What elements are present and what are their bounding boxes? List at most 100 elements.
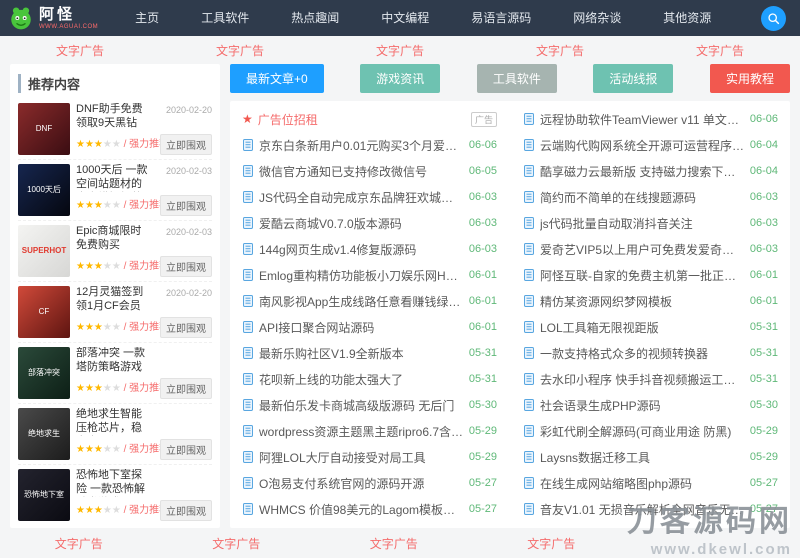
article-row[interactable]: 简约而不简单的在线搜题源码06-03 bbox=[523, 184, 778, 210]
article-row[interactable]: 144g网页生成v1.4修复版源码06-03 bbox=[242, 236, 497, 262]
text-ad-4[interactable]: 文字广告 bbox=[536, 42, 584, 59]
category-button-3[interactable]: 工具软件 bbox=[477, 64, 557, 93]
logo[interactable]: 阿怪 WWW.AGUAI.COM bbox=[0, 5, 108, 31]
recommend-item[interactable]: 绝地求生绝地求生智能压枪芯片，稳定大号使用，永久免费★★★★★ / 强力推荐立即… bbox=[18, 404, 212, 465]
category-button-1[interactable]: 最新文章+0 bbox=[230, 64, 324, 93]
document-icon bbox=[523, 139, 535, 151]
recommend-item-meta: 立即围观 bbox=[157, 347, 212, 399]
text-ad-1[interactable]: 文字广告 bbox=[56, 42, 104, 59]
article-row[interactable]: 最新乐购社区V1.9全新版本05-31 bbox=[242, 340, 497, 366]
recommend-item[interactable]: CF12月灵猫签到领1月CF会员★★★★★ / 强力推荐2020-02-20立即… bbox=[18, 282, 212, 343]
thumb-image: 绝地求生 bbox=[18, 408, 70, 460]
recommend-item-meta: 2020-02-03立即围观 bbox=[157, 164, 212, 216]
nav-item-5[interactable]: 易语言源码 bbox=[450, 0, 552, 36]
article-row[interactable]: API接口聚合网站源码06-01 bbox=[242, 314, 497, 340]
recommend-item[interactable]: 恐怖地下室恐怖地下室探险 一款恐怖解谜类游戏★★★★★ / 强力推荐立即围观 bbox=[18, 465, 212, 525]
article-title: 京东白条新用户0.01元购买3个月爱奇艺黑钻 bbox=[259, 137, 464, 154]
nav-item-2[interactable]: 工具软件 bbox=[180, 0, 270, 36]
article-title: Emlog重构精仿功能板小刀娱乐网HFoldao模板 bbox=[259, 267, 464, 284]
article-date: 05-27 bbox=[750, 503, 778, 515]
thumb-label: 绝地求生 bbox=[26, 429, 62, 439]
watch-button[interactable]: 立即围观 bbox=[160, 378, 212, 399]
nav-item-1[interactable]: 主页 bbox=[114, 0, 180, 36]
article-row[interactable]: 酷享磁力云最新版 支持磁力搜索下载和一键06-04 bbox=[523, 158, 778, 184]
recommend-list: DNFDNF助手免费领取9天黑钻★★★★★ / 强力推荐2020-02-20立即… bbox=[18, 99, 212, 525]
bottom-ad-row: 文字广告 文字广告 文字广告 文字广告 bbox=[0, 528, 630, 558]
article-row[interactable]: O泡易支付系统官网的源码开源05-27 bbox=[242, 470, 497, 496]
article-date: 05-31 bbox=[750, 347, 778, 359]
article-row[interactable]: 京东白条新用户0.01元购买3个月爱奇艺黑钻06-06 bbox=[242, 132, 497, 158]
article-row[interactable]: Laysns数据迁移工具05-29 bbox=[523, 444, 778, 470]
article-row[interactable]: 音友V1.01 无损音乐解析全网音乐无损免费听 05-27 bbox=[523, 496, 778, 522]
category-button-4[interactable]: 活动线报 bbox=[593, 64, 673, 93]
article-row[interactable]: js代码批量自动取消抖音关注06-03 bbox=[523, 210, 778, 236]
text-ad-5[interactable]: 文字广告 bbox=[696, 42, 744, 59]
article-title: 最新乐购社区V1.9全新版本 bbox=[259, 345, 464, 362]
watch-button[interactable]: 立即围观 bbox=[160, 500, 212, 521]
search-icon bbox=[767, 12, 780, 25]
article-row[interactable]: LOL工具箱无限视距版05-31 bbox=[523, 314, 778, 340]
recommend-item-body: 12月灵猫签到领1月CF会员★★★★★ / 强力推荐 bbox=[76, 286, 151, 338]
watch-button[interactable]: 立即围观 bbox=[160, 256, 212, 277]
article-row[interactable]: 花呗新上线的功能太强大了05-31 bbox=[242, 366, 497, 392]
article-date: 05-27 bbox=[469, 503, 497, 515]
recommend-item[interactable]: 部落冲突部落冲突 一款塔防策略游戏★★★★★ / 强力推荐立即围观 bbox=[18, 343, 212, 404]
recommend-item[interactable]: SUPERHOTEpic商城限时免费购买《SUPERHOT》游戏★★★★★ / … bbox=[18, 221, 212, 282]
article-row[interactable]: 一款支持格式众多的视频转换器05-31 bbox=[523, 340, 778, 366]
recommend-item-meta: 立即围观 bbox=[157, 469, 212, 521]
article-row[interactable]: 阿怪互联-自家的免费主机第一批正式开启06-01 bbox=[523, 262, 778, 288]
article-row[interactable]: 阿狸LOL大厅自动接受对局工具05-29 bbox=[242, 444, 497, 470]
nav-item-3[interactable]: 热点趣闻 bbox=[270, 0, 360, 36]
recommend-panel: 推荐内容 DNFDNF助手免费领取9天黑钻★★★★★ / 强力推荐2020-02… bbox=[10, 64, 220, 528]
article-row[interactable]: 社会语录生成PHP源码05-30 bbox=[523, 392, 778, 418]
nav-item-6[interactable]: 网络杂谈 bbox=[552, 0, 642, 36]
document-icon bbox=[523, 165, 535, 177]
article-row[interactable]: 精仿某资源网织梦网模板06-01 bbox=[523, 288, 778, 314]
article-row[interactable]: 爱酷云商城V0.7.0版本源码06-03 bbox=[242, 210, 497, 236]
article-row[interactable]: 爱奇艺VIP5以上用户可免费发爱奇艺VIP红包06-03 bbox=[523, 236, 778, 262]
article-row[interactable]: 远程协助软件TeamViewer v11 单文件版06-06 bbox=[523, 106, 778, 132]
text-ad-3[interactable]: 文字广告 bbox=[370, 535, 418, 552]
article-row[interactable]: 彩虹代刷全解源码(可商业用途 防黑)05-29 bbox=[523, 418, 778, 444]
watch-button[interactable]: 立即围观 bbox=[160, 195, 212, 216]
document-icon bbox=[242, 503, 254, 515]
article-row[interactable]: 最新伯乐发卡商城高级版源码 无后门05-30 bbox=[242, 392, 497, 418]
nav-item-4[interactable]: 中文编程 bbox=[360, 0, 450, 36]
thumb-label: 1000天后 bbox=[25, 185, 63, 195]
article-row[interactable]: 在线生成网站缩略图php源码05-27 bbox=[523, 470, 778, 496]
article-row[interactable]: 云端购代购网系统全开源可运营程序推荐06-04 bbox=[523, 132, 778, 158]
article-row[interactable]: 去水印小程序 快手抖音视频搬运工上热门必备05-31 bbox=[523, 366, 778, 392]
article-row[interactable]: Emlog重构精仿功能板小刀娱乐网HFoldao模板06-01 bbox=[242, 262, 497, 288]
thumb-image: DNF bbox=[18, 103, 70, 155]
recommend-item[interactable]: 1000天后1000天后 一款空间站题材的太空模拟经营游戏★★★★★ / 强力推… bbox=[18, 160, 212, 221]
article-title: 音友V1.01 无损音乐解析全网音乐无损免费听 bbox=[540, 501, 745, 518]
article-date: 05-29 bbox=[750, 425, 778, 437]
text-ad-4[interactable]: 文字广告 bbox=[527, 535, 575, 552]
article-row[interactable]: ★广告位招租广告 bbox=[242, 106, 497, 132]
star-rating: ★★★★★ / 强力推荐 bbox=[76, 501, 151, 516]
article-row[interactable]: 南风影视App生成线路任意看赚钱绿化版06-01 bbox=[242, 288, 497, 314]
article-row[interactable]: JS代码全自动完成京东品牌狂欢城活动任务06-03 bbox=[242, 184, 497, 210]
watch-button[interactable]: 立即围观 bbox=[160, 317, 212, 338]
article-row[interactable]: wordpress资源主题黑主题ripro6.7含美化包05-29 bbox=[242, 418, 497, 444]
article-row[interactable]: WHMCS 价值98美元的Lagom模板开源05-27 bbox=[242, 496, 497, 522]
star-rating: ★★★★★ / 强力推荐 bbox=[76, 135, 151, 150]
article-row[interactable]: 微信官方通知已支持修改微信号06-05 bbox=[242, 158, 497, 184]
document-icon bbox=[242, 373, 254, 385]
article-title: 社会语录生成PHP源码 bbox=[540, 397, 745, 414]
category-button-5[interactable]: 实用教程 bbox=[710, 64, 790, 93]
recommend-item-date: 2020-02-20 bbox=[166, 105, 212, 115]
watch-button[interactable]: 立即围观 bbox=[160, 439, 212, 460]
recommend-item-date: 2020-02-20 bbox=[166, 288, 212, 298]
text-ad-3[interactable]: 文字广告 bbox=[376, 42, 424, 59]
article-title: O泡易支付系统官网的源码开源 bbox=[259, 475, 464, 492]
text-ad-1[interactable]: 文字广告 bbox=[55, 535, 103, 552]
article-date: 06-03 bbox=[469, 243, 497, 255]
text-ad-2[interactable]: 文字广告 bbox=[216, 42, 264, 59]
search-button[interactable] bbox=[761, 6, 786, 31]
nav-item-7[interactable]: 其他资源 bbox=[642, 0, 732, 36]
category-button-2[interactable]: 游戏资讯 bbox=[360, 64, 440, 93]
watch-button[interactable]: 立即围观 bbox=[160, 134, 212, 155]
text-ad-2[interactable]: 文字广告 bbox=[212, 535, 260, 552]
recommend-item[interactable]: DNFDNF助手免费领取9天黑钻★★★★★ / 强力推荐2020-02-20立即… bbox=[18, 99, 212, 160]
